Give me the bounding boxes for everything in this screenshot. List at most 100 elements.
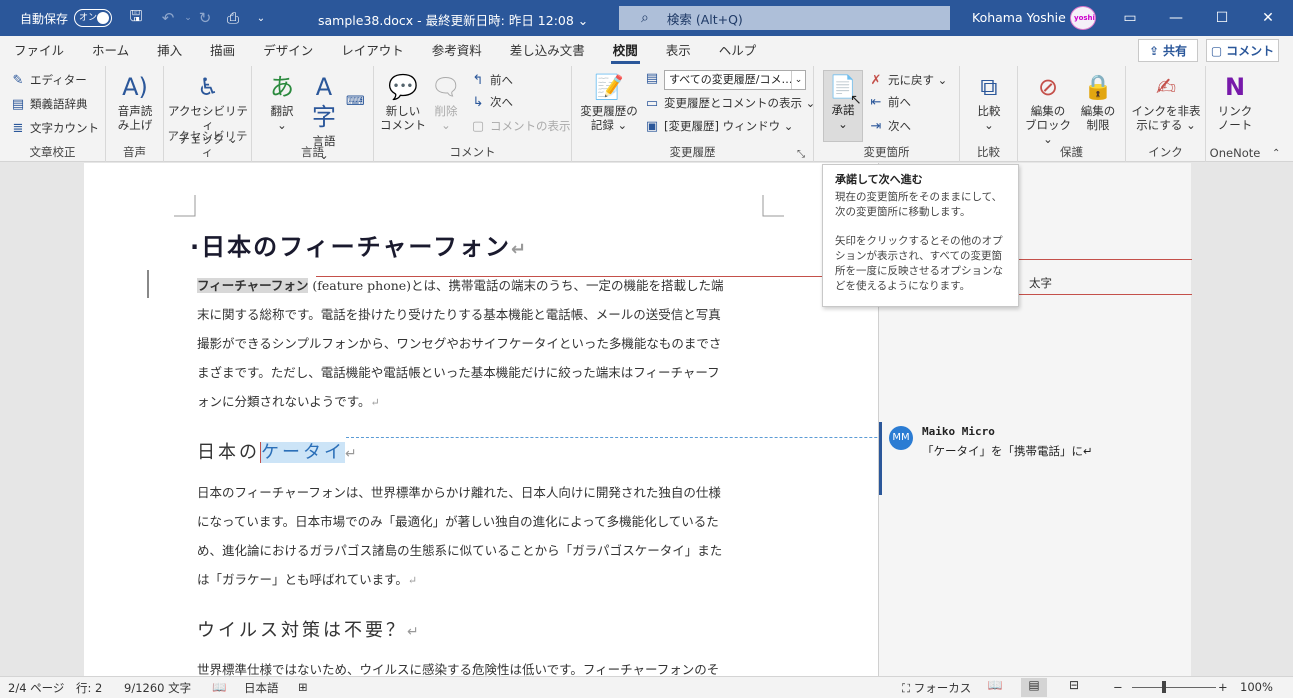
- block-authors-icon: ⊘: [1037, 73, 1059, 101]
- reviewing-pane-button[interactable]: ▣ [変更履歴] ウィンドウ ⌄: [644, 118, 794, 134]
- compare-button[interactable]: ⧉ 比較 ⌄: [966, 72, 1012, 132]
- accessibility-icon: ♿: [197, 73, 219, 101]
- editor-button[interactable]: ✎ エディター: [10, 72, 87, 88]
- search-input[interactable]: ⌕ 検索 (Alt+Q): [619, 6, 950, 30]
- autosave[interactable]: 自動保存 オン: [20, 9, 113, 27]
- paragraph-3[interactable]: 世界標準仕様ではないため、ウイルスに感染する危険性は低いです。フィーチャーフォン…: [197, 655, 757, 676]
- new-comment-button[interactable]: 💬 新しい コメント: [380, 72, 426, 132]
- next-change-icon: ⇥: [870, 118, 882, 134]
- word-count-button[interactable]: ≣ 文字カウント: [10, 120, 99, 136]
- heading-2-keitai[interactable]: 日本のケータイ↵: [197, 438, 360, 464]
- document-page[interactable]: ·日本のフィーチャーフォン↵ フィーチャーフォン (feature phone)…: [84, 163, 962, 676]
- accessibility-status-icon[interactable]: ⊞: [298, 680, 308, 694]
- tab-draw[interactable]: 描画: [196, 36, 249, 66]
- dialog-launcher-icon[interactable]: ⤡: [797, 149, 805, 160]
- format-balloon-label: 太字: [1029, 276, 1052, 290]
- previous-change-icon: ⇤: [870, 94, 882, 110]
- translate-button[interactable]: あ 翻訳 ⌄: [262, 72, 302, 132]
- user-name[interactable]: Kohama Yoshie: [972, 10, 1066, 25]
- tab-home[interactable]: ホーム: [78, 36, 143, 66]
- autosave-toggle[interactable]: オン: [74, 9, 113, 27]
- show-comments-button[interactable]: ▢ コメントの表示: [470, 118, 571, 134]
- lock-icon: 🔒: [1083, 73, 1113, 101]
- reject-button[interactable]: ✗ 元に戻す ⌄: [868, 72, 948, 88]
- zoom-in-button[interactable]: +: [1218, 680, 1228, 694]
- formatted-text[interactable]: フィーチャーフォン: [197, 278, 309, 293]
- paragraph-1[interactable]: フィーチャーフォン (feature phone)とは、携帯電話の端末のうち、一…: [197, 271, 757, 417]
- minimize-button[interactable]: —: [1153, 0, 1199, 36]
- tab-insert[interactable]: 挿入: [143, 36, 196, 66]
- zoom-slider[interactable]: [1132, 687, 1216, 688]
- collapse-ribbon-icon[interactable]: ⌃: [1272, 148, 1280, 159]
- focus-button[interactable]: ⛶ フォーカス: [902, 680, 971, 696]
- group-language: あ 翻訳 ⌄ A字 言語 ⌄ ⌨ 言語: [252, 66, 374, 162]
- group-label: アクセシビリティ: [167, 129, 248, 159]
- markup-mode-select[interactable]: すべての変更履歴/コメ… ⌄: [664, 70, 806, 90]
- delete-comment-icon: 🗨: [430, 73, 462, 101]
- zoom-level[interactable]: 100%: [1240, 680, 1273, 694]
- read-mode-button[interactable]: 📖: [982, 678, 1008, 697]
- zoom-out-button[interactable]: −: [1113, 680, 1123, 694]
- hide-ink-button[interactable]: ✍ インクを非表 示にする ⌄: [1128, 72, 1204, 132]
- maximize-button[interactable]: ☐: [1199, 0, 1245, 36]
- word-count[interactable]: 9/1260 文字: [124, 680, 191, 696]
- avatar[interactable]: yoshie: [1070, 6, 1096, 30]
- close-button[interactable]: ✕: [1245, 0, 1291, 36]
- language-status[interactable]: 日本語: [244, 680, 279, 696]
- group-label: コメント: [449, 145, 496, 159]
- share-button[interactable]: ⇪ 共有: [1138, 39, 1198, 62]
- print-icon[interactable]: ⎙: [220, 5, 246, 31]
- previous-comment-button[interactable]: ↰ 前へ: [470, 72, 513, 88]
- tab-help[interactable]: ヘルプ: [705, 36, 771, 66]
- reject-icon: ✗: [870, 72, 882, 88]
- tab-review[interactable]: 校閲: [599, 36, 652, 66]
- tab-layout[interactable]: レイアウト: [327, 36, 418, 66]
- tab-view[interactable]: 表示: [652, 36, 705, 66]
- heading-1[interactable]: ·日本のフィーチャーフォン↵: [190, 227, 528, 262]
- ribbon-display-icon[interactable]: ▭: [1107, 0, 1153, 36]
- linked-notes-button[interactable]: N リンク ノート: [1210, 72, 1260, 132]
- group-ink: ✍ インクを非表 示にする ⌄ インク: [1126, 66, 1206, 162]
- tab-file[interactable]: ファイル: [0, 36, 78, 66]
- document-area[interactable]: ·日本のフィーチャーフォン↵ フィーチャーフォン (feature phone)…: [0, 163, 1293, 676]
- group-protect: ⊘ 編集の ブロック ⌄ 🔒 編集の 制限 保護: [1018, 66, 1126, 162]
- group-label: 音声: [123, 145, 146, 159]
- next-comment-button[interactable]: ↳ 次へ: [470, 94, 513, 110]
- web-layout-button[interactable]: ⊟: [1061, 678, 1087, 697]
- page-number[interactable]: 2/4 ページ: [8, 680, 64, 696]
- delete-comment-button[interactable]: 🗨 削除 ⌄: [426, 72, 466, 132]
- tab-design[interactable]: デザイン: [249, 36, 327, 66]
- track-changes-button[interactable]: 📝 変更履歴の 記録 ⌄: [576, 72, 642, 132]
- heading-2-virus[interactable]: ウイルス対策は不要？↵: [197, 616, 422, 642]
- tab-mailings[interactable]: 差し込み文書: [496, 36, 599, 66]
- tooltip-text: 矢印をクリックするとその他のオプションが表示され、すべての変更箇所を一度に反映さ…: [835, 235, 1003, 292]
- keyboard-button[interactable]: ⌨: [346, 94, 366, 109]
- tab-references[interactable]: 参考資料: [418, 36, 496, 66]
- read-aloud-icon: A): [122, 73, 148, 101]
- zoom-slider-thumb[interactable]: [1162, 681, 1166, 693]
- customize-toolbar-icon[interactable]: ⌄: [248, 5, 274, 31]
- redo-icon[interactable]: ↻: [192, 5, 218, 31]
- comments-button[interactable]: ▢ コメント: [1206, 39, 1279, 62]
- document-title[interactable]: sample38.docx - 最終更新日時: 昨日 12:08 ⌄: [318, 10, 588, 29]
- previous-change-button[interactable]: ⇤ 前へ: [868, 94, 911, 110]
- block-authors-button[interactable]: ⊘ 編集の ブロック ⌄: [1022, 72, 1074, 146]
- thesaurus-button[interactable]: ▤ 類義語辞典: [10, 96, 88, 112]
- group-label: 言語: [301, 145, 324, 159]
- print-layout-button[interactable]: ▤: [1021, 678, 1047, 697]
- comment-text[interactable]: 「ケータイ」を「携帯電話」に↵: [922, 443, 1093, 459]
- onenote-icon: N: [1224, 73, 1246, 101]
- crop-mark: [174, 195, 196, 217]
- read-aloud-button[interactable]: A) 音声読 み上げ: [110, 72, 160, 132]
- show-markup-button[interactable]: ▭ 変更履歴とコメントの表示 ⌄: [644, 95, 815, 111]
- comment-icon: ▢: [1210, 43, 1223, 58]
- restrict-editing-button[interactable]: 🔒 編集の 制限: [1074, 72, 1122, 132]
- selected-text[interactable]: ケータイ: [260, 442, 345, 463]
- proofing-status-icon[interactable]: 📖: [212, 680, 226, 694]
- line-number[interactable]: 行: 2: [76, 680, 102, 696]
- comment-author: Maiko Micro: [922, 425, 995, 438]
- comment-active-bar: [879, 422, 882, 495]
- save-icon[interactable]: 🖫: [123, 5, 149, 31]
- paragraph-2[interactable]: 日本のフィーチャーフォンは、世界標準からかけ離れた、日本人向けに開発された独自の…: [197, 478, 757, 595]
- next-change-button[interactable]: ⇥ 次へ: [868, 118, 911, 134]
